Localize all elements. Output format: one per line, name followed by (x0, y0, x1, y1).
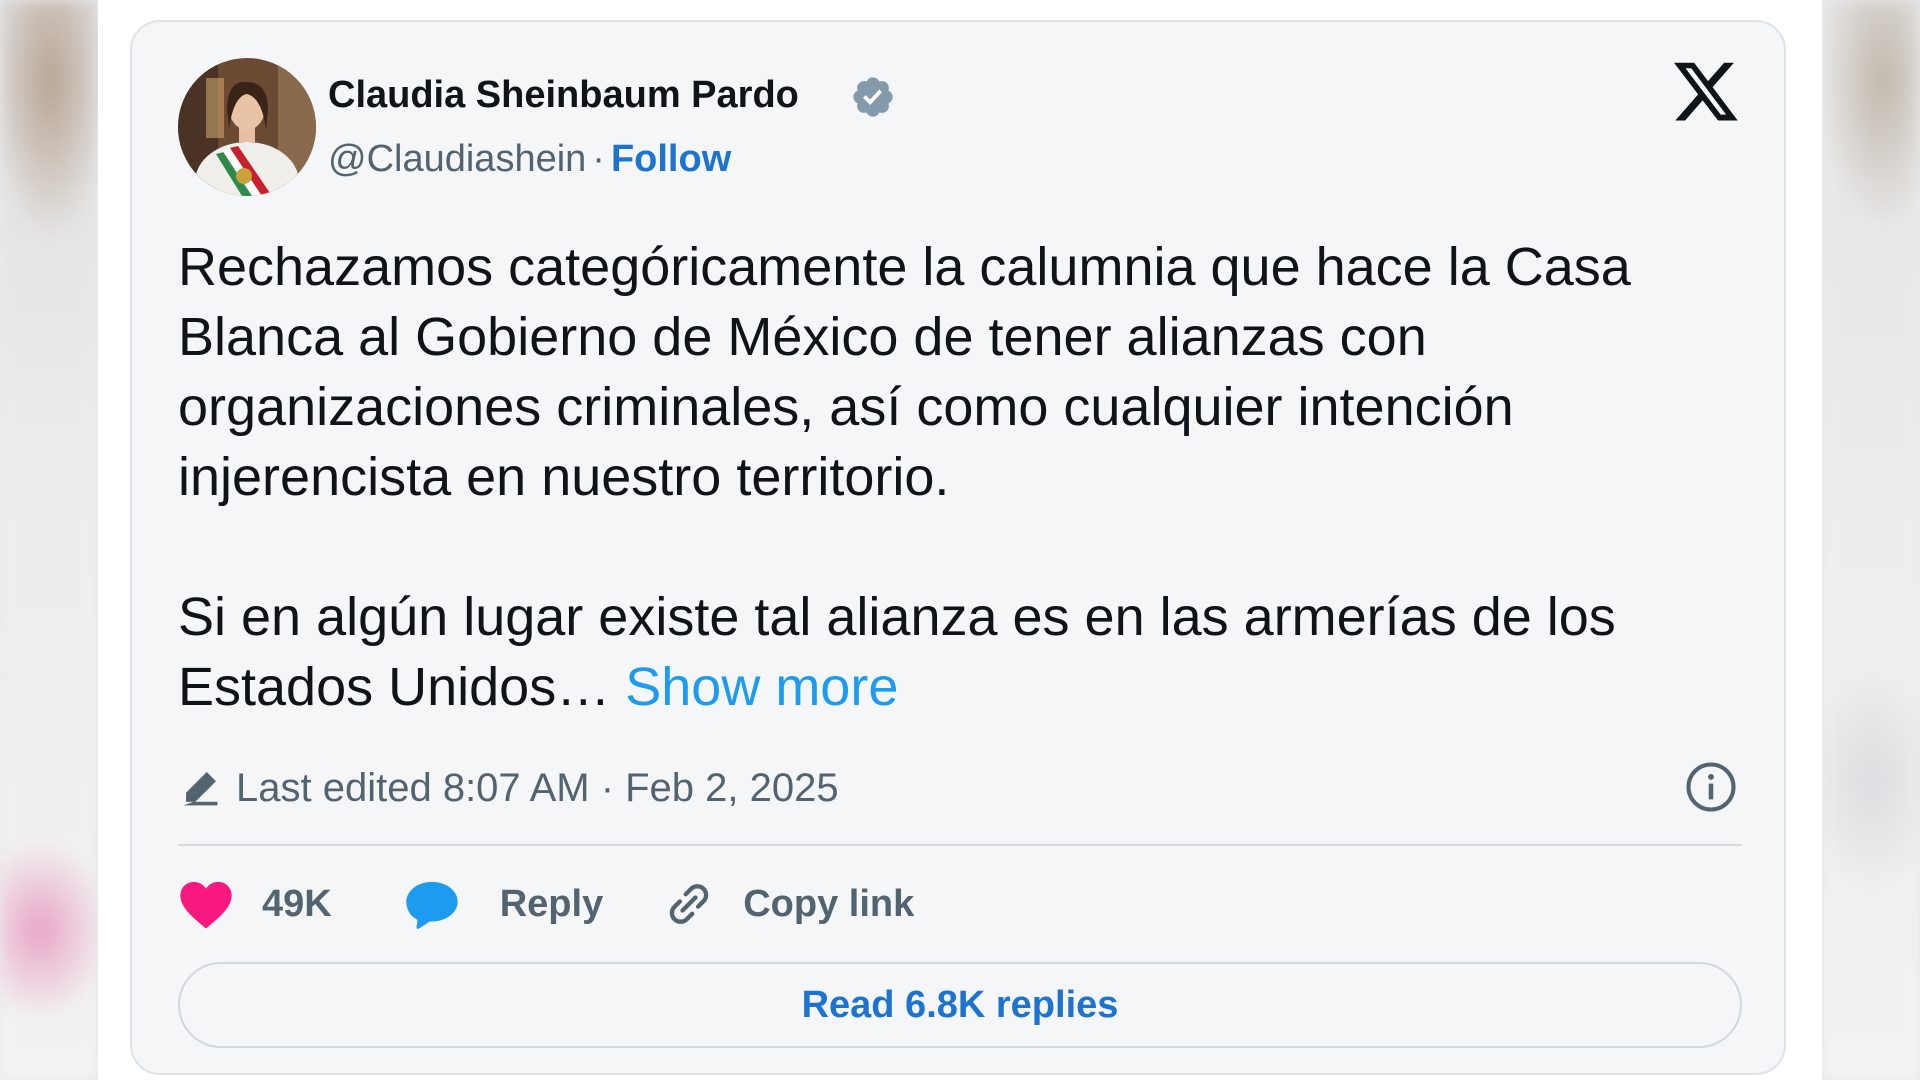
tweet-paragraph: Rechazamos categóricamente la calumnia q… (178, 237, 1631, 507)
verified-badge-icon (853, 77, 893, 117)
divider (178, 844, 1742, 846)
like-count: 49K (262, 882, 332, 925)
edit-history[interactable]: Last edited 8:07 AM · Feb 2, 2025 (178, 762, 839, 814)
x-logo-icon[interactable] (1674, 62, 1740, 124)
tweet-card: Claudia Sheinbaum Pardo @Claudiashein · Fo… (130, 20, 1786, 1075)
heart-icon (180, 881, 232, 929)
speech-bubble-icon (406, 881, 458, 929)
blurred-background-right (1822, 0, 1920, 1080)
copy-link-label: Copy link (743, 882, 915, 925)
like-button[interactable]: 49K (178, 878, 332, 930)
show-more-link[interactable]: Show more (625, 657, 898, 717)
author-meta: @Claudiashein · Follow (328, 138, 731, 181)
blurred-background-left (0, 0, 98, 1080)
reply-button[interactable]: Reply (404, 878, 603, 930)
follow-button[interactable]: Follow (611, 138, 731, 180)
last-edited-text: Last edited 8:07 AM · Feb 2, 2025 (236, 765, 839, 810)
separator-dot: · (592, 138, 605, 180)
pencil-icon (183, 772, 218, 806)
copy-link-button[interactable]: Copy link (663, 878, 914, 930)
avatar[interactable] (178, 58, 316, 196)
reply-label: Reply (499, 882, 604, 925)
author-handle[interactable]: @Claudiashein (328, 138, 586, 180)
read-replies-button[interactable]: Read 6.8K replies (178, 962, 1742, 1048)
action-bar: 49K Reply Copy link (178, 872, 914, 936)
info-icon[interactable] (1684, 760, 1738, 814)
tweet-paragraph: Si en algún lugar existe tal alianza es … (178, 582, 1718, 722)
tweet-text: Rechazamos categóricamente la calumnia q… (178, 232, 1718, 722)
author-name[interactable]: Claudia Sheinbaum Pardo (328, 74, 799, 117)
link-icon (669, 884, 709, 924)
